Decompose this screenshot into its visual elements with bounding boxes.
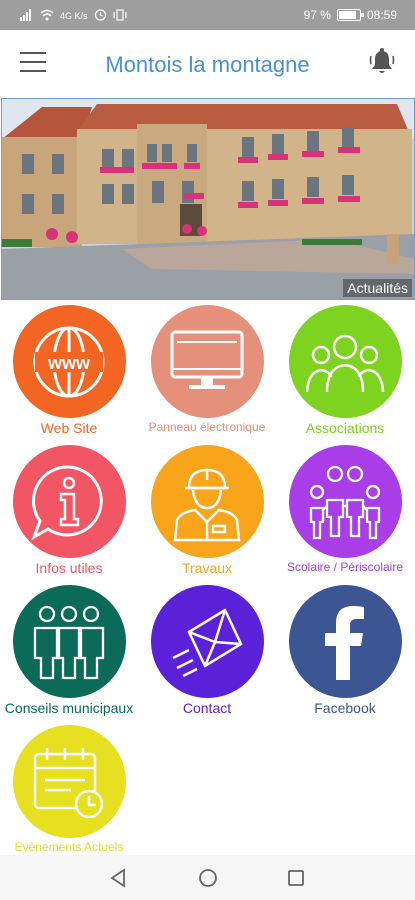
alarm-icon <box>94 8 107 24</box>
app-header: Montois la montagne <box>0 30 415 98</box>
tile-label: Scolaire / Périscolaire <box>286 560 404 574</box>
tile-web-site[interactable]: www Web Site <box>0 300 138 440</box>
tile-circle <box>288 585 402 698</box>
page-title: Montois la montagne <box>105 52 310 77</box>
tile-circle <box>12 585 126 698</box>
back-icon[interactable] <box>108 867 130 889</box>
people-group-icon <box>305 334 385 392</box>
svg-text:www: www <box>47 353 91 373</box>
calendar-clock-icon <box>33 747 104 818</box>
vibrate-icon <box>112 8 127 24</box>
tile-label: Travaux <box>181 560 233 576</box>
battery-icon <box>336 9 364 21</box>
envelope-icon <box>172 607 243 677</box>
status-left: 4G K/s <box>20 8 127 24</box>
tile-facebook[interactable]: Facebook <box>276 580 414 720</box>
recents-icon[interactable] <box>285 867 307 889</box>
tile-circle <box>12 445 126 558</box>
news-label: Actualités <box>343 279 412 297</box>
tile-label: Associations <box>305 420 385 436</box>
tile-circle <box>288 445 402 558</box>
tile-circle <box>150 445 264 558</box>
facebook-icon <box>325 605 364 680</box>
tile-panneau-electronique[interactable]: Panneau électronique <box>138 300 276 440</box>
children-icon <box>309 465 381 539</box>
clock: 08:59 <box>366 8 397 22</box>
tile-label: Contact <box>182 700 232 716</box>
town-hall-photo <box>2 99 414 299</box>
home-icon[interactable] <box>197 867 219 889</box>
tile-infos-utiles[interactable]: Infos utiles <box>0 440 138 580</box>
tile-label: Facebook <box>314 700 376 716</box>
notification-bell-icon[interactable] <box>369 48 395 76</box>
tile-contact[interactable]: Contact <box>138 580 276 720</box>
tile-label: Evènements Actuels <box>14 840 124 854</box>
system-nav-bar <box>0 855 415 900</box>
signal-icon <box>20 8 34 24</box>
tile-evenements-actuels[interactable]: Evènements Actuels <box>0 720 138 860</box>
tile-circle <box>150 585 264 698</box>
worker-icon <box>173 468 241 541</box>
tile-circle <box>12 725 126 838</box>
info-bubble-icon <box>31 464 103 540</box>
tile-label: Conseils municipaux <box>4 700 134 716</box>
tile-associations[interactable]: Associations <box>276 300 414 440</box>
www-globe-icon: www <box>33 326 105 397</box>
news-banner[interactable]: Actualités <box>1 98 415 300</box>
battery-percent: 97 % <box>303 8 331 22</box>
tile-circle <box>150 305 264 418</box>
tile-scolaire-periscolaire[interactable]: Scolaire / Périscolaire <box>276 440 414 580</box>
council-icon <box>33 605 105 679</box>
status-right: 97 % 08:59 <box>304 8 397 22</box>
tile-travaux[interactable]: Travaux <box>138 440 276 580</box>
tile-label: Panneau électronique <box>148 420 266 434</box>
wifi-icon <box>40 9 54 24</box>
status-bar: 4G K/s 97 % 08:59 <box>0 0 415 30</box>
tile-circle <box>288 305 402 418</box>
tile-circle: www <box>12 305 126 418</box>
tile-label: Web Site <box>40 420 98 436</box>
tile-label: Infos utiles <box>35 560 103 576</box>
monitor-icon <box>170 330 244 389</box>
tile-conseils-municipaux[interactable]: Conseils municipaux <box>0 580 138 720</box>
network-speed: 4G K/s <box>60 11 88 21</box>
